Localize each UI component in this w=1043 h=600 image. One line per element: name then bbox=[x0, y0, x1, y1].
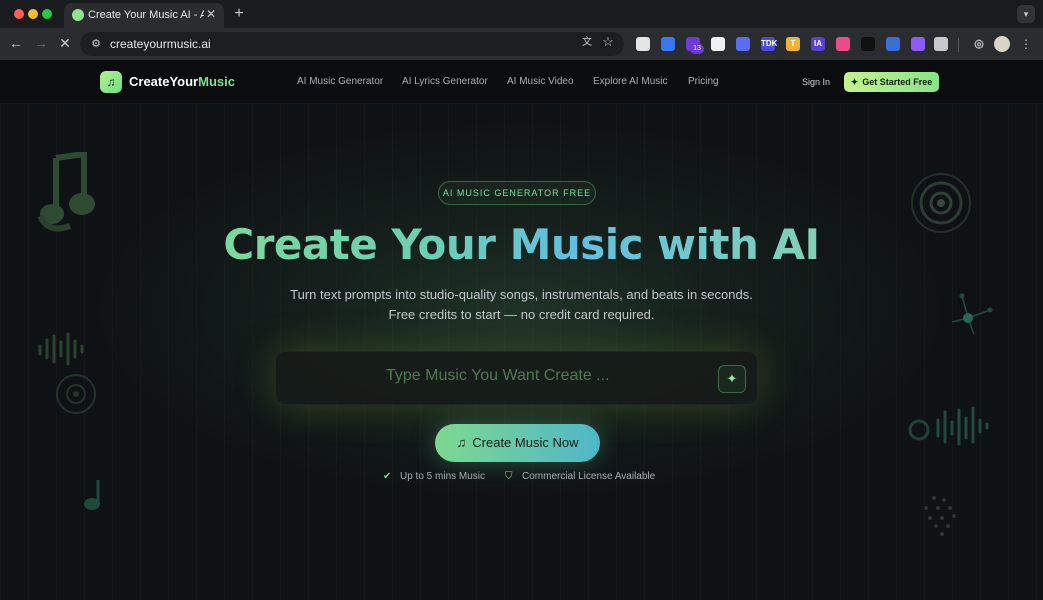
nav-explore-ai-music[interactable]: Explore AI Music bbox=[593, 76, 667, 87]
forward-button[interactable]: → bbox=[33, 35, 49, 51]
shield-check-icon: ⛉ bbox=[505, 471, 513, 482]
background-grid bbox=[0, 60, 1043, 600]
translate-icon[interactable]: 文 bbox=[580, 36, 594, 50]
feature-license-label: Commercial License Available bbox=[522, 471, 656, 482]
circle-ext-icon[interactable] bbox=[711, 37, 725, 51]
site-info-icon[interactable]: ⚙ bbox=[89, 37, 103, 51]
tdk-ext-icon[interactable]: TDK bbox=[761, 37, 777, 51]
tab-strip: Create Your Music AI - AI Musi ✕ + ▾ bbox=[0, 0, 1043, 28]
extension-badge: 13 bbox=[690, 44, 704, 54]
browser-menu-icon[interactable]: ⋮ bbox=[1020, 36, 1032, 52]
hero-subtitle-line-2: Free credits to start — no credit card r… bbox=[388, 307, 655, 322]
favicon-icon bbox=[72, 9, 84, 21]
hero-title: Create Your Music with AI bbox=[0, 220, 1043, 269]
close-window-button[interactable] bbox=[14, 9, 24, 19]
music-note-icon: ♫ bbox=[456, 435, 467, 450]
eighth-note-decor-icon bbox=[84, 480, 100, 510]
address-bar[interactable]: ⚙ createyourmusic.ai 文 ☆ bbox=[80, 32, 624, 56]
tab-search-button[interactable]: ▾ bbox=[1017, 5, 1035, 23]
t-ext-icon[interactable]: T bbox=[786, 37, 800, 51]
profile-avatar[interactable] bbox=[994, 36, 1010, 52]
tab-active[interactable]: Create Your Music AI - AI Musi ✕ bbox=[64, 3, 224, 28]
feature-license: ⛉ Commercial License Available bbox=[505, 471, 655, 482]
get-started-button[interactable]: ✦ Get Started Free bbox=[844, 72, 939, 92]
sign-in-link[interactable]: Sign In bbox=[802, 77, 830, 87]
wave-ext-icon[interactable] bbox=[736, 37, 750, 51]
vinyl-decor-icon bbox=[56, 374, 96, 414]
nav-ai-lyrics-generator[interactable]: AI Lyrics Generator bbox=[402, 76, 488, 87]
maximize-window-button[interactable] bbox=[42, 9, 52, 19]
create-music-button[interactable]: ♫ Create Music Now bbox=[435, 424, 600, 462]
feature-duration-label: Up to 5 mins Music bbox=[400, 471, 486, 482]
clock-ext-icon[interactable] bbox=[636, 37, 650, 51]
media-control-icon[interactable]: ◎ bbox=[972, 37, 986, 51]
puzzle-ext-icon[interactable] bbox=[934, 37, 948, 51]
site-header: ♫ CreateYourMusic AI Music Generator AI … bbox=[0, 60, 1043, 104]
new-tab-button[interactable]: + bbox=[232, 5, 246, 23]
url-text[interactable]: createyourmusic.ai bbox=[110, 37, 211, 51]
create-music-label: Create Music Now bbox=[472, 435, 579, 450]
browser-chrome: Create Your Music AI - AI Musi ✕ + ▾ ← →… bbox=[0, 0, 1043, 60]
site-logo[interactable]: CreateYourMusic bbox=[129, 74, 235, 89]
nav-ai-music-video[interactable]: AI Music Video bbox=[507, 76, 574, 87]
music-prompt-input[interactable] bbox=[316, 367, 716, 385]
feature-duration: ✔ Up to 5 mins Music bbox=[383, 471, 485, 482]
back-button[interactable]: ← bbox=[8, 35, 24, 51]
dots-decor-icon bbox=[924, 496, 956, 536]
nav-ai-music-generator[interactable]: AI Music Generator bbox=[297, 76, 383, 87]
prompt-container: ✦ bbox=[275, 351, 758, 405]
ring-ext-icon[interactable] bbox=[836, 37, 850, 51]
gem-ext-icon[interactable] bbox=[911, 37, 925, 51]
audio-wave-decor-icon bbox=[908, 406, 989, 446]
page-viewport: ♫ CreateYourMusic AI Music Generator AI … bbox=[0, 60, 1043, 600]
nav-pricing[interactable]: Pricing bbox=[688, 76, 719, 87]
chart-ext-icon[interactable] bbox=[861, 37, 875, 51]
get-started-label: Get Started Free bbox=[862, 77, 933, 87]
browser-toolbar: ← → ✕ ⚙ createyourmusic.ai 文 ☆ TDK T IA 13… bbox=[0, 28, 1043, 60]
logo-text-prefix: CreateYour bbox=[129, 74, 199, 89]
check-circle-icon: ✔ bbox=[383, 471, 392, 482]
logo-music-icon[interactable]: ♫ bbox=[100, 71, 122, 93]
sparkle-enhance-button[interactable]: ✦ bbox=[718, 365, 746, 393]
hero-subtitle-line-1: Turn text prompts into studio-quality so… bbox=[290, 287, 753, 302]
tab-title: Create Your Music AI - AI Musi bbox=[88, 9, 204, 21]
shield-ext-icon[interactable] bbox=[661, 37, 675, 51]
ia-ext-icon[interactable]: IA bbox=[811, 37, 825, 51]
tag-ext-icon[interactable] bbox=[886, 37, 900, 51]
logo-text-accent: Music bbox=[198, 74, 235, 89]
waveform-decor-icon bbox=[38, 332, 84, 366]
sparkles-icon: ✦ bbox=[850, 77, 859, 87]
bookmark-star-icon[interactable]: ☆ bbox=[601, 35, 615, 49]
toolbar-divider bbox=[958, 38, 959, 52]
stop-loading-button[interactable]: ✕ bbox=[57, 35, 73, 51]
hero-badge: AI MUSIC GENERATOR FREE bbox=[438, 181, 596, 205]
tab-close-icon[interactable]: ✕ bbox=[204, 7, 218, 21]
minimize-window-button[interactable] bbox=[28, 9, 38, 19]
